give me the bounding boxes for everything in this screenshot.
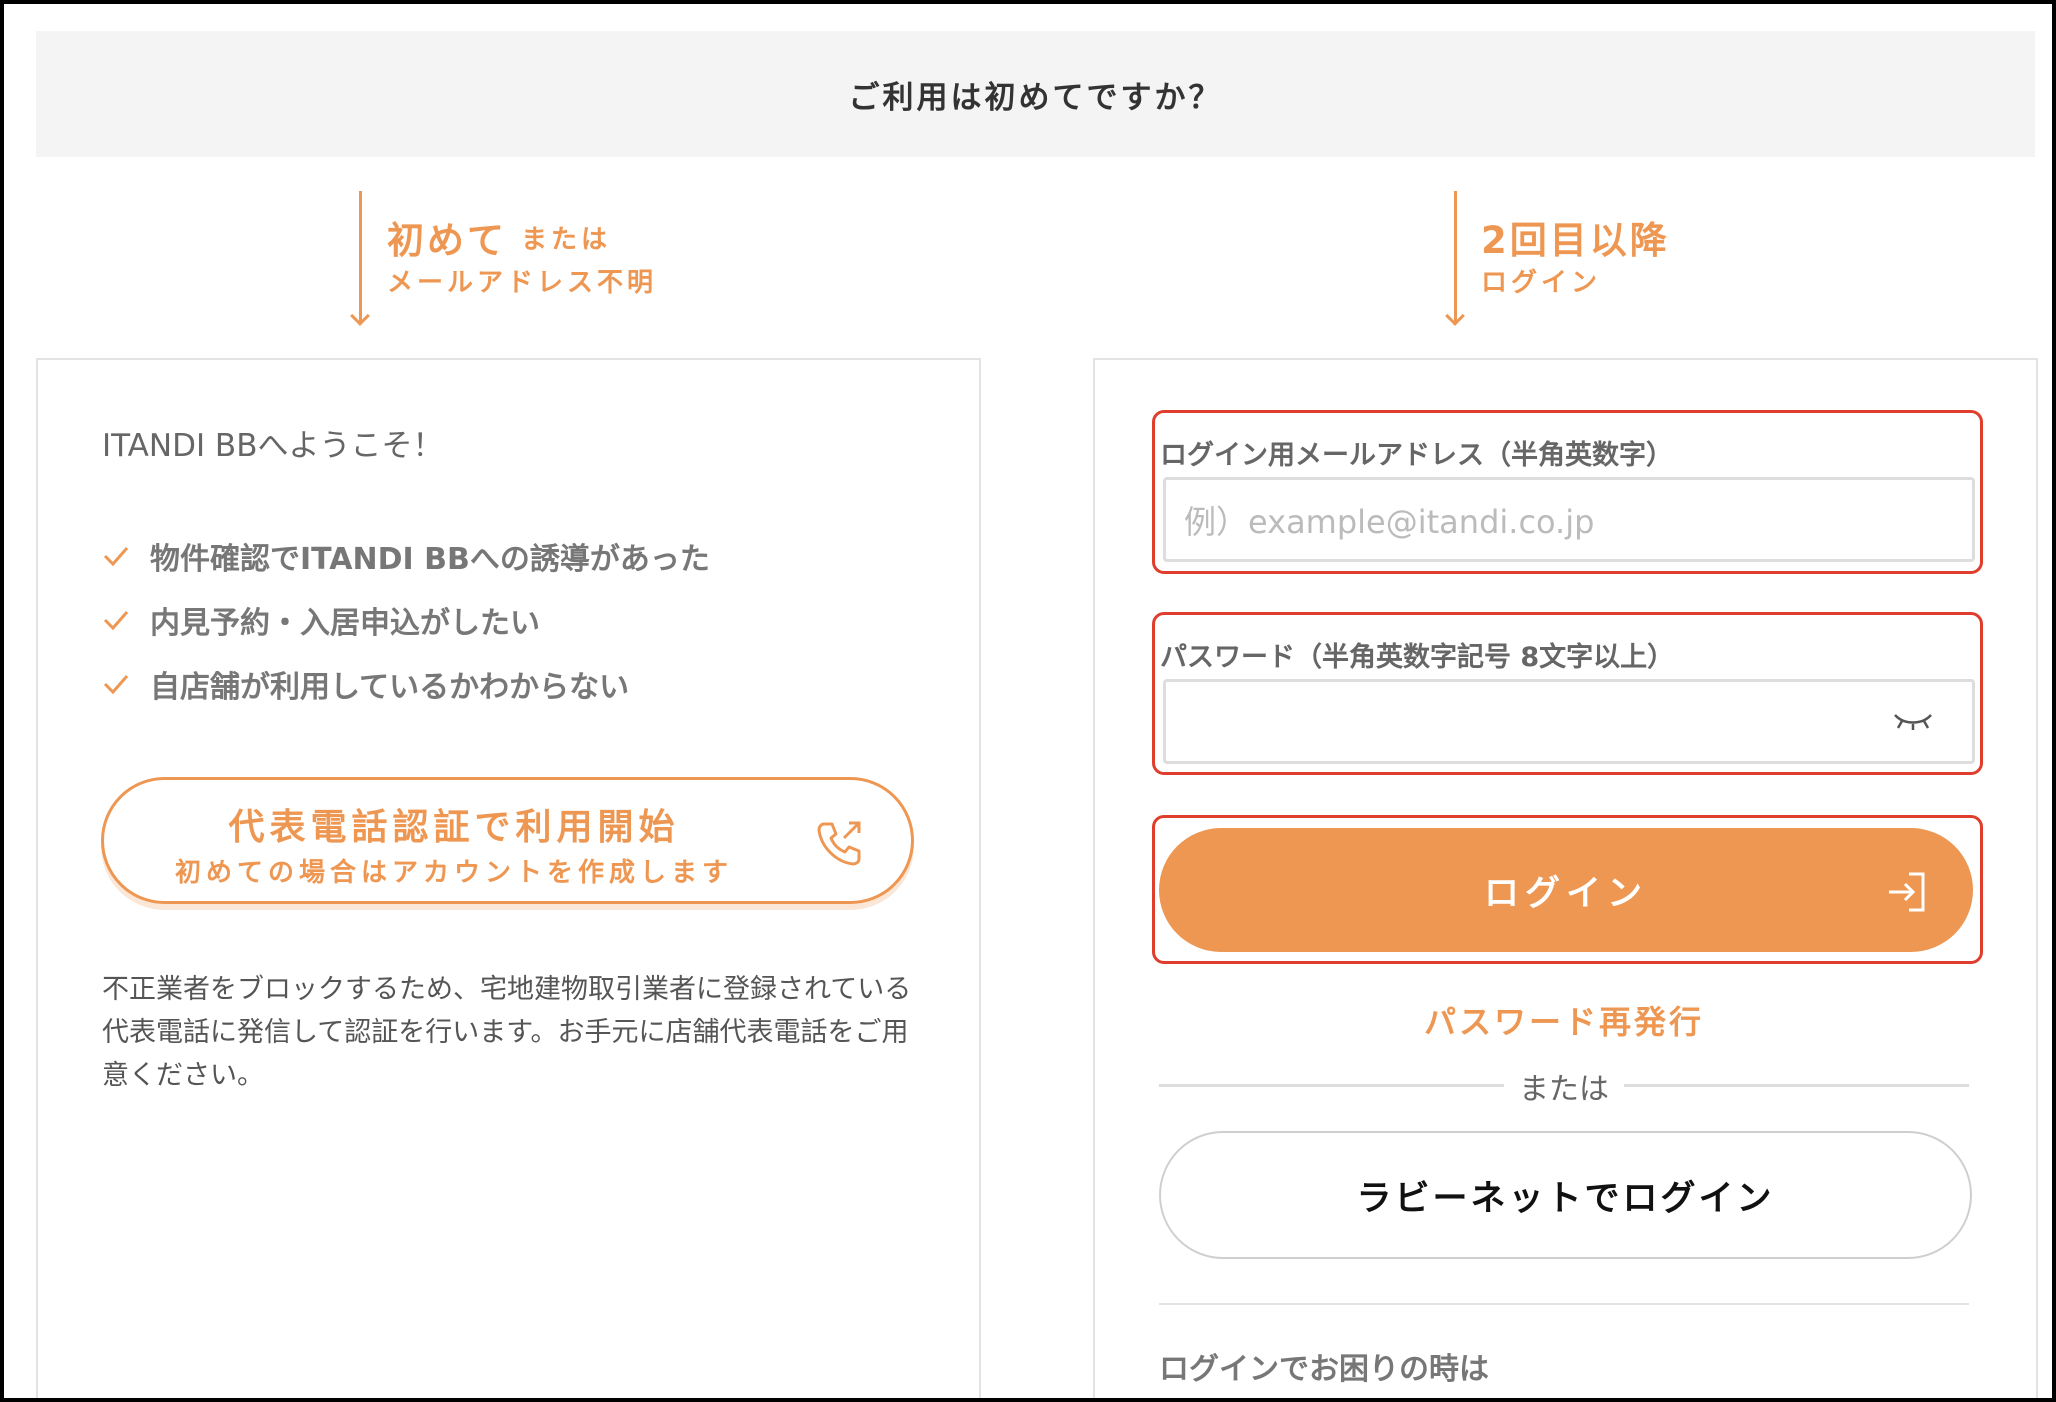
password-field[interactable] [1163,679,1975,764]
login-button-label: ログイン [1483,873,1648,914]
left-route-title: 初めて [387,219,507,262]
checklist-item: 物件確認でITANDI BBへの誘導があった [102,534,710,578]
or-divider-label: または [1504,1064,1624,1108]
login-help-heading: ログインでお困りの時は [1159,1352,1489,1387]
check-icon [102,542,130,570]
right-route-arrow-line [1454,191,1457,323]
email-field[interactable]: 例）example@itandi.co.jp [1163,477,1975,562]
phone-auth-button-subtitle: 初めての場合はアカウントを作成します [174,858,733,888]
check-icon [102,670,130,698]
left-route-or: または [521,225,612,255]
right-route-title: 2回目以降 [1481,219,1670,262]
phone-auth-start-button[interactable]: 代表電話認証で利用開始 初めての場合はアカウントを作成します [101,777,914,904]
right-route-arrow-down-icon [1445,306,1465,326]
password-field-group: パスワード（半角英数字記号 8文字以上） [1152,612,1983,775]
password-reset-link[interactable]: パスワード再発行 [1159,997,1969,1043]
email-field-group: ログイン用メールアドレス（半角英数字） 例）example@itandi.co.… [1152,410,1983,574]
phone-outgoing-icon [814,818,864,872]
phone-auth-button-title: 代表電話認証で利用開始 [228,807,680,848]
email-field-label: ログイン用メールアドレス（半角英数字） [1160,440,1673,471]
login-button[interactable]: ログイン [1159,828,1973,952]
login-arrow-icon [1885,870,1929,918]
section-divider [1159,1303,1969,1305]
checklist-item: 内見予約・入居申込がしたい [102,598,540,642]
checklist-item-label: 自店舗が利用しているかわからない [150,670,630,705]
checklist-item: 自店舗が利用しているかわからない [102,662,629,706]
left-route-arrow-line [359,191,362,323]
check-icon [102,606,130,634]
eye-closed-icon[interactable] [1892,711,1934,735]
rabbynet-login-button[interactable]: ラビーネットでログイン [1159,1131,1972,1259]
password-field-label: パスワード（半角英数字記号 8文字以上） [1160,642,1675,673]
welcome-heading: ITANDI BBへようこそ！ [102,428,444,464]
page-frame: ご利用は初めてですか？ 初めて または メールアドレス不明 2回目以降 ログイン… [0,0,2056,1402]
checklist-item-label: 内見予約・入居申込がしたい [150,606,540,641]
left-route-subtitle: メールアドレス不明 [387,268,658,298]
login-button-highlight: ログイン [1152,815,1983,964]
phone-auth-notice: 不正業者をブロックするため、宅地建物取引業者に登録されている代表電話に発信して認… [102,974,912,1091]
left-route-arrow-down-icon [350,306,370,326]
first-time-question-banner: ご利用は初めてですか？ [36,31,2035,157]
email-field-placeholder: 例）example@itandi.co.jp [1184,502,1595,541]
right-route-subtitle: ログイン [1481,268,1602,298]
checklist-item-label: 物件確認でITANDI BBへの誘導があった [150,542,710,577]
